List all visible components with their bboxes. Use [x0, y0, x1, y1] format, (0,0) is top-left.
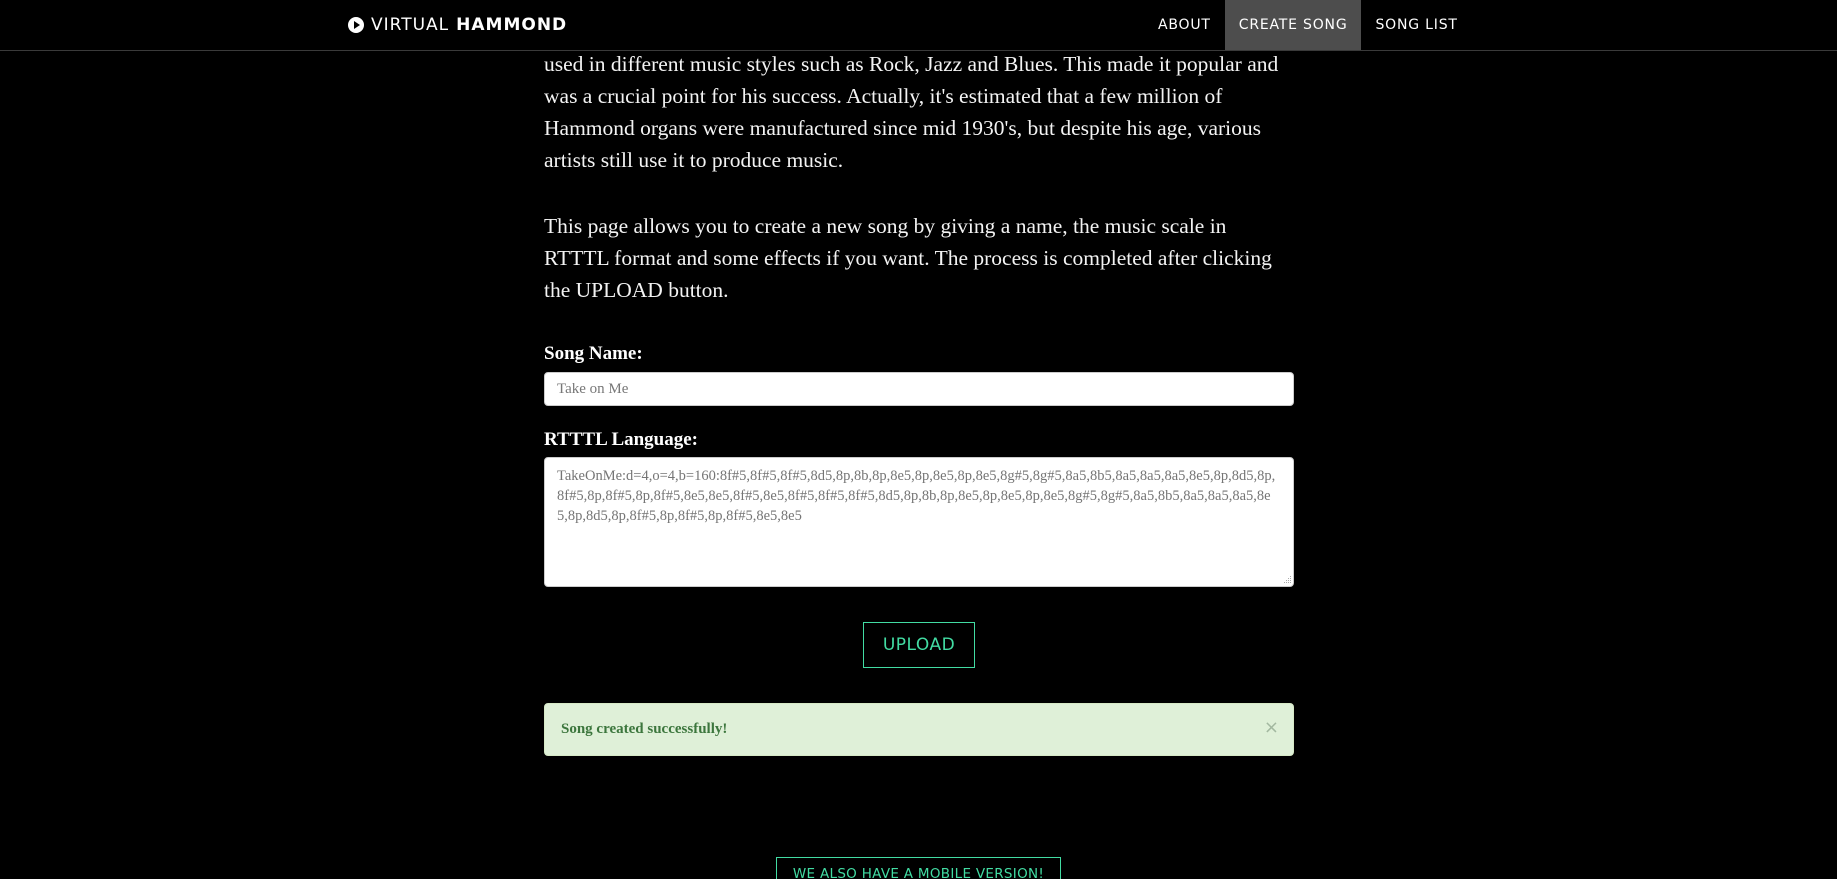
intro-paragraph-1: used in different music styles such as R… — [544, 52, 1279, 172]
brand-logo[interactable]: VIRTUAL HAMMOND — [348, 15, 567, 35]
upload-button[interactable]: UPLOAD — [863, 622, 975, 668]
song-name-label: Song Name: — [544, 343, 643, 364]
nav-link-song-list[interactable]: SONG LIST — [1361, 0, 1471, 50]
brand-bold-text: HAMMOND — [456, 15, 568, 35]
nav-link-about[interactable]: ABOUT — [1144, 0, 1225, 50]
intro-paragraph-2: This page allows you to create a new son… — [544, 214, 1272, 302]
rtttl-textarea[interactable] — [544, 457, 1294, 587]
rtttl-label: RTTTL Language: — [544, 429, 699, 450]
mobile-version-button[interactable]: WE ALSO HAVE A MOBILE VERSION! — [776, 857, 1061, 879]
song-name-input[interactable] — [544, 372, 1294, 406]
brand-light-text: VIRTUAL — [371, 15, 450, 35]
alert-message: Song created successfully! — [561, 721, 728, 737]
resize-grip-icon[interactable] — [1283, 575, 1292, 584]
play-circle-icon — [348, 17, 364, 33]
nav-links: ABOUT CREATE SONG SONG LIST — [1144, 0, 1472, 50]
success-alert: Song created successfully! × — [544, 703, 1294, 756]
navbar: VIRTUAL HAMMOND ABOUT CREATE SONG SONG L… — [0, 0, 1837, 51]
nav-link-create-song[interactable]: CREATE SONG — [1224, 0, 1362, 50]
close-icon[interactable]: × — [1264, 718, 1279, 738]
